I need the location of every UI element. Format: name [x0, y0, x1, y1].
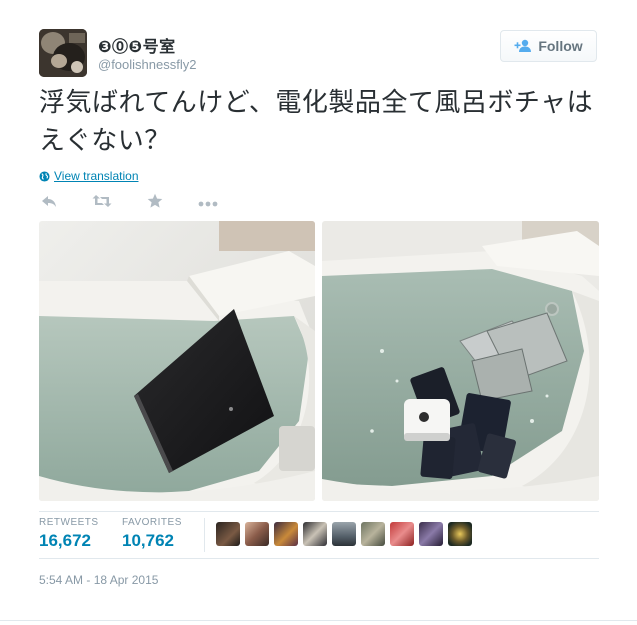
display-name[interactable]: ❸⓪❺号室: [98, 33, 176, 57]
stats-separator: [204, 518, 205, 552]
username[interactable]: @foolishnessfly2: [98, 57, 196, 72]
tweet-timestamp[interactable]: 5:54 AM - 18 Apr 2015: [39, 573, 158, 587]
retweet-icon: [92, 194, 112, 213]
more-button[interactable]: [198, 193, 218, 213]
favorite-star-icon: [147, 193, 163, 214]
tweet-text: 浮気ばれてんけど、電化製品全て風呂ボチャはえぐない？: [39, 88, 594, 156]
reply-button[interactable]: [39, 193, 59, 213]
avatar[interactable]: [39, 29, 87, 77]
tweet-card: ❸⓪❺号室 @foolishnessfly2 Follow 浮気ばれてんけど、電…: [0, 0, 637, 625]
stats-divider-bottom: [39, 558, 599, 559]
favoriters-avatars: [216, 522, 477, 546]
favoriter-avatar[interactable]: [216, 522, 240, 546]
stats-divider-top: [39, 511, 599, 512]
card-bottom-border: [0, 620, 637, 621]
globe-icon: [39, 170, 50, 182]
add-user-icon: [514, 39, 532, 53]
view-translation-link[interactable]: View translation: [39, 169, 139, 183]
favoriter-avatar[interactable]: [303, 522, 327, 546]
more-icon: [198, 194, 218, 212]
tweet-actions: [39, 193, 251, 213]
favorites-label: FAVORITES: [122, 517, 182, 528]
reply-icon: [41, 194, 57, 213]
favoriter-avatar[interactable]: [274, 522, 298, 546]
retweets-label: RETWEETS: [39, 517, 99, 528]
follow-button[interactable]: Follow: [500, 30, 597, 62]
tweet-photo-2[interactable]: [322, 221, 599, 501]
favorites-count[interactable]: 10,762: [122, 531, 174, 551]
favoriter-avatar[interactable]: [361, 522, 385, 546]
retweets-count[interactable]: 16,672: [39, 531, 91, 551]
favoriter-avatar[interactable]: [448, 522, 472, 546]
favoriter-avatar[interactable]: [332, 522, 356, 546]
follow-label: Follow: [538, 38, 583, 54]
retweet-button[interactable]: [92, 193, 112, 213]
tweet-photo-1[interactable]: [39, 221, 315, 501]
favoriter-avatar[interactable]: [419, 522, 443, 546]
favorite-button[interactable]: [145, 193, 165, 213]
favoriter-avatar[interactable]: [390, 522, 414, 546]
favoriter-avatar[interactable]: [245, 522, 269, 546]
view-translation-label: View translation: [54, 169, 139, 183]
